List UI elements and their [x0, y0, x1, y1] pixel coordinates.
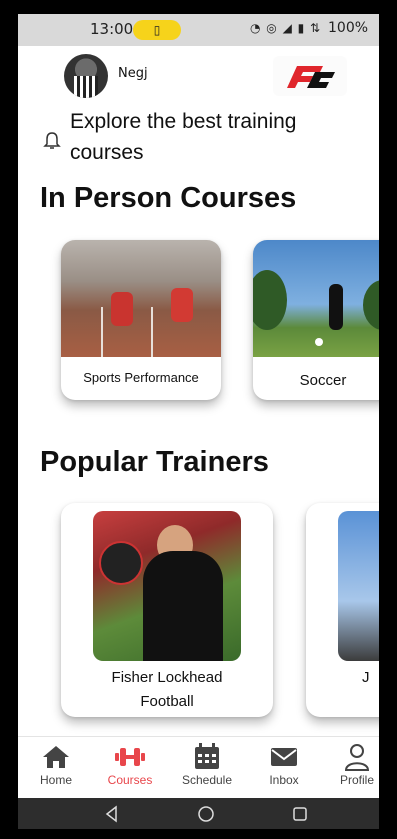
explore-prompt: Explore the best training courses — [70, 110, 297, 164]
coach-body — [143, 551, 223, 661]
nav-profile[interactable]: Profile — [325, 741, 379, 787]
nav-inbox-label: Inbox — [269, 773, 299, 787]
logo-mark — [287, 66, 335, 88]
trainer-photo — [338, 511, 379, 661]
player-figure — [329, 284, 343, 330]
nav-profile-label: Profile — [339, 773, 374, 787]
helmet-shape — [99, 541, 143, 585]
avatar[interactable] — [64, 54, 108, 98]
course-card-sports-performance[interactable]: Sports Performance — [61, 240, 221, 400]
courses-section-title: In Person Courses — [40, 182, 297, 214]
status-bar: 13:00 ▯ ◔ ◎ ◢ ▮ ⇅ 100% — [18, 14, 379, 46]
device-frame: 13:00 ▯ ◔ ◎ ◢ ▮ ⇅ 100% Negj Explore the … — [0, 0, 397, 839]
nav-home[interactable]: Home — [24, 741, 88, 787]
nav-schedule-label: Schedule — [181, 773, 233, 787]
course-image-soccer — [253, 240, 379, 357]
home-icon — [43, 746, 69, 768]
status-time: 13:00 — [90, 20, 134, 38]
trainer-name: J — [306, 666, 379, 690]
nav-home-label: Home — [39, 773, 72, 787]
tree-shape — [363, 280, 379, 330]
trainer-photo — [93, 511, 241, 661]
trainer-name-text: Fisher Lockhead — [111, 669, 223, 686]
course-image-track — [61, 240, 221, 357]
mail-icon — [271, 748, 297, 766]
battery-icon: ▯ — [153, 23, 161, 37]
bottom-nav: Home Courses Schedule Inbox Profile — [18, 736, 379, 799]
bell-icon[interactable] — [42, 130, 62, 152]
battery-percent: 100% — [328, 20, 369, 36]
status-icons: ◔ ◎ ◢ ▮ ⇅ — [250, 21, 322, 35]
username: Negj — [118, 66, 148, 81]
nav-courses[interactable]: Courses — [98, 741, 162, 787]
track-lane — [101, 307, 103, 357]
dumbbell-icon — [115, 748, 145, 766]
user-icon — [344, 744, 370, 771]
nav-courses-label: Courses — [107, 773, 153, 787]
course-label: Soccer — [299, 372, 347, 389]
trainer-card-fisher-lockhead[interactable]: Fisher Lockhead Football — [61, 503, 273, 717]
ball-shape — [315, 338, 323, 346]
battery-saver-pill: ▯ — [133, 20, 181, 40]
track-lane — [151, 307, 153, 357]
tree-shape — [253, 270, 287, 330]
runner-figure — [171, 288, 193, 322]
home-circle-icon[interactable] — [196, 804, 216, 824]
app-screen: 13:00 ▯ ◔ ◎ ◢ ▮ ⇅ 100% Negj Explore the … — [18, 14, 379, 829]
trainer-name: Fisher Lockhead Football — [61, 666, 273, 714]
nav-inbox[interactable]: Inbox — [252, 741, 316, 787]
nav-schedule[interactable]: Schedule — [175, 741, 239, 787]
recent-apps-icon[interactable] — [290, 804, 310, 824]
course-card-soccer[interactable]: Soccer — [253, 240, 379, 400]
back-icon[interactable] — [102, 804, 122, 824]
system-nav-bar — [18, 798, 379, 829]
course-label: Sports Performance — [83, 370, 199, 385]
calendar-icon — [195, 743, 219, 769]
trainers-section-title: Popular Trainers — [40, 446, 269, 478]
trainer-card-partial[interactable]: J — [306, 503, 379, 717]
trainer-sport: Football — [140, 693, 194, 710]
runner-figure — [111, 292, 133, 326]
trainer-name-text: J — [362, 669, 370, 686]
brand-logo — [273, 56, 347, 96]
